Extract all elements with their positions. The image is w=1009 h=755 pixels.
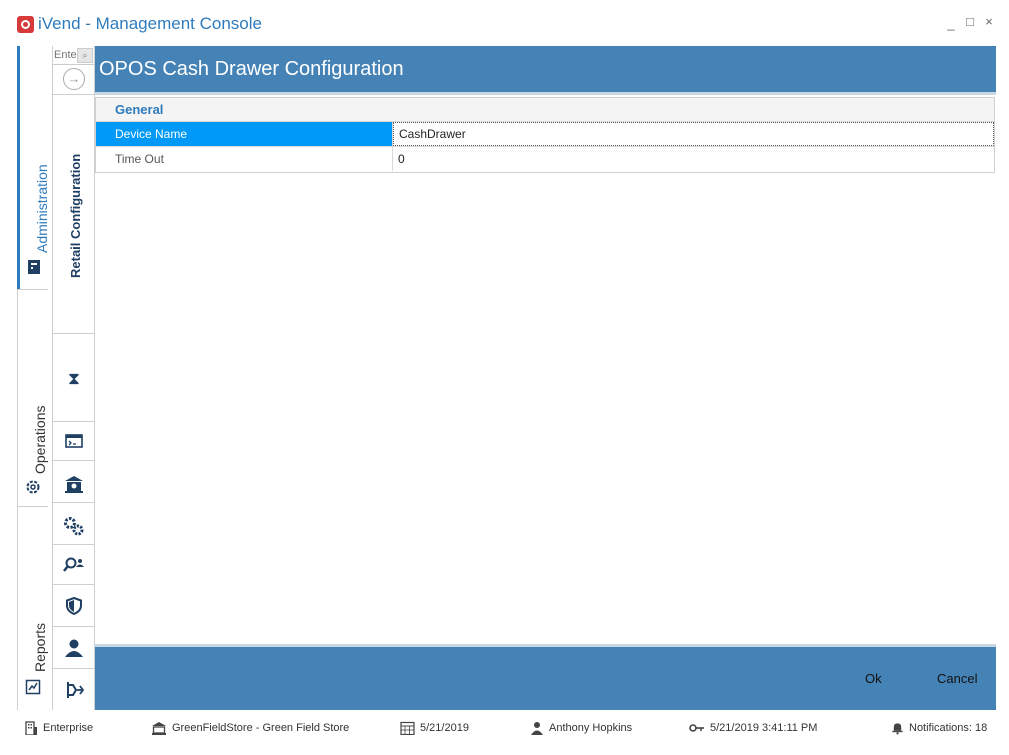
ok-button[interactable]: Ok xyxy=(865,671,882,686)
status-company: Enterprise xyxy=(24,721,93,735)
nav-administration[interactable]: Administration xyxy=(17,46,50,289)
bell-icon xyxy=(892,723,903,735)
search-icon[interactable]: ⌕ xyxy=(77,48,93,63)
nav-operations-label: Operations xyxy=(32,405,48,474)
status-user-text: Anthony Hopkins xyxy=(549,722,633,734)
nav-administration-label: Administration xyxy=(34,164,50,253)
module-nav: Administration Operations Reports xyxy=(17,46,50,710)
user-icon xyxy=(531,722,543,735)
property-value-device-name[interactable]: CashDrawer xyxy=(393,122,994,146)
building-icon xyxy=(25,721,37,735)
nav-divider xyxy=(53,544,95,545)
administration-icon xyxy=(28,260,40,274)
property-name[interactable]: Time Out xyxy=(96,147,393,171)
nav-divider xyxy=(53,502,95,503)
nav-reports[interactable]: Reports xyxy=(18,507,48,710)
gears-icon[interactable] xyxy=(63,515,85,537)
nav-reports-label: Reports xyxy=(32,622,48,672)
property-category-general[interactable]: General xyxy=(96,98,994,122)
status-bar: Enterprise GreenFieldStore - Green Field… xyxy=(0,716,1009,740)
nav-divider xyxy=(53,94,95,95)
property-row-device-name[interactable]: Device Name CashDrawer xyxy=(96,122,994,147)
nav-operations[interactable]: Operations xyxy=(18,290,48,506)
section-nav: ⌕ → Retail Configuration ⧗ xyxy=(52,46,95,710)
property-grid: General Device Name CashDrawer Time Out … xyxy=(95,97,995,173)
action-footer: Ok Cancel xyxy=(95,644,996,710)
cancel-button[interactable]: Cancel xyxy=(937,671,977,686)
nav-divider xyxy=(53,333,95,334)
integration-icon[interactable] xyxy=(63,679,85,701)
status-notifications-text[interactable]: Notifications: 18 xyxy=(909,722,987,734)
nav-search: ⌕ xyxy=(53,46,95,65)
status-login-time-text: 5/21/2019 3:41:11 PM xyxy=(710,722,818,734)
app-logo-icon xyxy=(17,16,34,33)
terminal-window-icon[interactable] xyxy=(63,430,85,452)
property-row-time-out[interactable]: Time Out 0 xyxy=(96,147,994,172)
page-title: OPOS Cash Drawer Configuration xyxy=(99,58,404,80)
title-bar: iVend - Management Console _ □ × xyxy=(0,0,1009,46)
retail-configuration-label[interactable]: Retail Configuration xyxy=(68,154,83,278)
nav-divider xyxy=(53,626,95,627)
calendar-icon xyxy=(400,721,415,735)
arrow-right-circle-icon[interactable]: → xyxy=(63,68,85,90)
key-icon xyxy=(689,724,704,732)
content-area: General Device Name CashDrawer Time Out … xyxy=(95,92,996,644)
close-button[interactable]: × xyxy=(982,14,996,29)
status-login-time: 5/21/2019 3:41:11 PM xyxy=(689,721,817,735)
status-notifications[interactable]: Notifications: 18 xyxy=(891,721,987,735)
nav-divider xyxy=(53,584,95,585)
property-name[interactable]: Device Name xyxy=(96,122,393,146)
status-user: Anthony Hopkins xyxy=(530,721,632,735)
status-date: 5/21/2019 xyxy=(400,721,469,735)
property-value-time-out[interactable]: 0 xyxy=(393,147,994,171)
store-bank-icon[interactable] xyxy=(63,473,85,495)
status-store: GreenFieldStore - Green Field Store xyxy=(151,721,349,735)
status-store-text: GreenFieldStore - Green Field Store xyxy=(172,722,350,734)
page-header: OPOS Cash Drawer Configuration xyxy=(95,46,996,92)
status-date-text: 5/21/2019 xyxy=(420,722,469,734)
reports-icon xyxy=(25,679,41,695)
person-icon[interactable] xyxy=(63,637,85,659)
user-search-icon[interactable] xyxy=(63,554,85,576)
nav-divider xyxy=(53,421,95,422)
nav-divider xyxy=(53,668,95,669)
store-icon xyxy=(152,722,166,735)
maximize-button[interactable]: □ xyxy=(963,14,977,29)
app-title: iVend - Management Console xyxy=(38,14,262,33)
shield-icon[interactable] xyxy=(63,595,85,617)
nav-search-input[interactable] xyxy=(53,46,77,64)
hourglass-icon[interactable]: ⧗ xyxy=(63,368,85,390)
status-company-text: Enterprise xyxy=(43,722,94,734)
nav-divider xyxy=(53,460,95,461)
minimize-button[interactable]: _ xyxy=(944,16,958,31)
gear-icon xyxy=(26,480,40,494)
